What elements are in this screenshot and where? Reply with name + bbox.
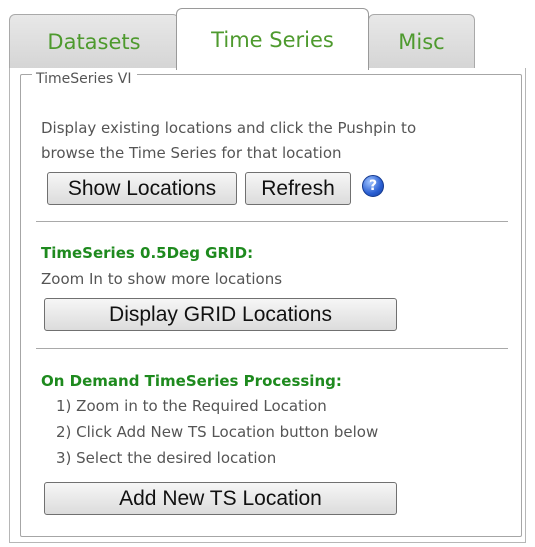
- ondemand-section-title: On Demand TimeSeries Processing:: [41, 372, 342, 390]
- tab-datasets[interactable]: Datasets: [9, 14, 179, 68]
- grid-section-title: TimeSeries 0.5Deg GRID:: [41, 244, 254, 262]
- ondemand-step-3: 3) Select the desired location: [56, 449, 277, 467]
- help-icon[interactable]: ?: [362, 175, 384, 197]
- grid-section-subtitle: Zoom In to show more locations: [41, 270, 283, 288]
- tab-misc[interactable]: Misc: [368, 14, 475, 68]
- show-locations-button[interactable]: Show Locations: [47, 172, 237, 205]
- section-divider-1: [36, 221, 508, 222]
- help-icon-glyph: ?: [368, 178, 378, 194]
- tab-misc-label: Misc: [398, 29, 445, 54]
- add-new-ts-location-button[interactable]: Add New TS Location: [44, 482, 397, 515]
- intro-text-line2: browse the Time Series for that location: [41, 144, 342, 162]
- tab-time-series-label: Time Series: [211, 27, 334, 52]
- group-legend: TimeSeries VI: [32, 71, 138, 87]
- display-grid-locations-button[interactable]: Display GRID Locations: [44, 298, 397, 331]
- timeseries-panel-root: Datasets Misc Time Series TimeSeries VI …: [0, 0, 535, 547]
- refresh-button[interactable]: Refresh: [245, 172, 351, 205]
- ondemand-step-2: 2) Click Add New TS Location button belo…: [56, 423, 379, 441]
- section-divider-2: [36, 348, 508, 349]
- tab-datasets-label: Datasets: [47, 29, 141, 54]
- intro-text-line1: Display existing locations and click the…: [41, 119, 417, 137]
- tab-time-series[interactable]: Time Series: [176, 8, 369, 70]
- ondemand-step-1: 1) Zoom in to the Required Location: [56, 397, 327, 415]
